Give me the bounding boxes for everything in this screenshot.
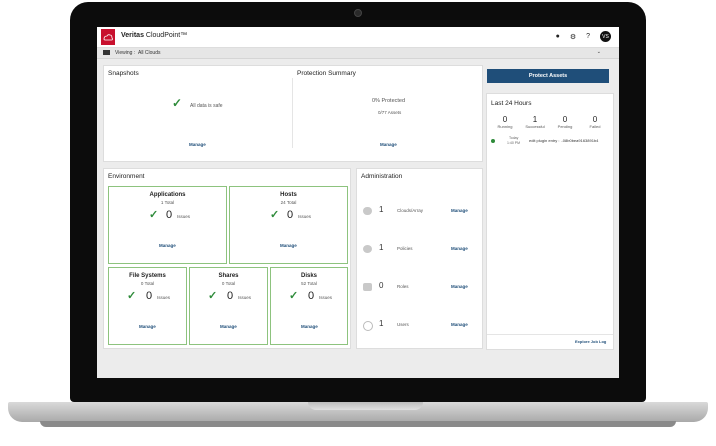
admin-row-clouds: 1 Clouds/Array Manage — [361, 205, 477, 219]
shares-tile[interactable]: Shares 0 Total ✓ 0 Issues Manage — [189, 267, 268, 345]
admin-count: 1 — [379, 205, 384, 214]
protection-manage-link[interactable]: Manage — [380, 142, 397, 147]
shares-manage-link[interactable]: Manage — [220, 324, 237, 329]
administration-title: Administration — [361, 173, 403, 180]
filesystems-total: 0 Total — [140, 281, 155, 286]
users-manage-link[interactable]: Manage — [451, 322, 468, 327]
pending-stat: 0 Pending — [557, 115, 573, 129]
bell-icon[interactable]: ● — [556, 33, 560, 40]
issues-label: Issues — [177, 214, 191, 219]
snapshots-card: Snapshots ✓ All data is safe Manage Prot… — [103, 65, 483, 162]
briefcase-icon — [363, 283, 372, 291]
admin-count: 1 — [379, 243, 384, 252]
shares-issues-count: 0 — [227, 290, 234, 302]
check-icon: ✓ — [127, 290, 137, 302]
roles-manage-link[interactable]: Manage — [451, 284, 468, 289]
card-footer-divider — [487, 334, 613, 335]
applications-manage-link[interactable]: Manage — [159, 243, 176, 248]
check-icon: ✓ — [208, 290, 218, 302]
admin-row-users: 1 Users Manage — [361, 319, 477, 333]
filesystems-tile[interactable]: File Systems 0 Total ✓ 0 Issues Manage — [108, 267, 187, 345]
admin-count: 0 — [379, 281, 384, 290]
cloud-icon — [101, 29, 115, 45]
snapshots-status: All data is safe — [190, 103, 223, 109]
applications-title: Applications — [149, 192, 186, 198]
cloud-icon — [363, 207, 372, 215]
admin-count: 1 — [379, 319, 384, 328]
viewing-bar: Viewing : All Clouds ⌄ — [97, 48, 619, 59]
protection-summary-title: Protection Summary — [297, 70, 356, 77]
laptop-base — [8, 402, 708, 422]
hosts-manage-link[interactable]: Manage — [280, 243, 297, 248]
chevron-down-icon[interactable]: ⌄ — [597, 49, 601, 55]
applications-total: 1 Total — [160, 200, 175, 205]
last-24-hours-card: Last 24 Hours 0 Running 1 Successful 0 Pend… — [486, 93, 614, 350]
shares-title: Shares — [218, 273, 239, 279]
user-icon — [363, 321, 373, 331]
hosts-issues-count: 0 — [287, 209, 294, 221]
admin-label: Policies — [397, 246, 413, 251]
avatar[interactable]: VS — [600, 31, 611, 42]
viewing-selector[interactable]: Viewing : All Clouds — [115, 50, 161, 56]
admin-label: Users — [397, 322, 409, 327]
gear-icon[interactable]: ⚙ — [570, 33, 576, 41]
divider — [292, 78, 293, 148]
snapshots-manage-link[interactable]: Manage — [189, 142, 206, 147]
last-24-hours-title: Last 24 Hours — [491, 100, 532, 107]
hosts-tile[interactable]: Hosts 24 Total ✓ 0 Issues Manage — [229, 186, 348, 264]
protect-assets-button[interactable]: Protect Assets — [487, 69, 609, 83]
running-stat: 0 Running — [497, 115, 513, 129]
disks-issues-count: 0 — [308, 290, 315, 302]
job-text: edit plugin entry : ..08b0bea9163891b4 — [529, 138, 599, 143]
protection-assets: 0/77 Assets — [378, 110, 402, 115]
snapshots-title: Snapshots — [108, 70, 139, 77]
policy-icon — [363, 245, 372, 253]
top-bar: Veritas CloudPoint™ ● ⚙ ? VS — [97, 27, 619, 48]
environment-card: Environment Applications 1 Total ✓ 0 Iss… — [103, 168, 351, 349]
screen: Veritas CloudPoint™ ● ⚙ ? VS Viewing : A… — [97, 27, 619, 378]
laptop-notch — [308, 402, 423, 410]
disks-manage-link[interactable]: Manage — [301, 324, 318, 329]
explore-job-log-link[interactable]: Explore Job Log — [575, 339, 606, 344]
shares-total: 0 Total — [221, 281, 236, 286]
disks-tile[interactable]: Disks 52 Total ✓ 0 Issues Manage — [270, 267, 348, 345]
successful-stat: 1 Successful — [525, 115, 545, 129]
filesystems-manage-link[interactable]: Manage — [139, 324, 156, 329]
check-icon: ✓ — [172, 96, 183, 110]
monitor-icon — [103, 50, 110, 55]
applications-issues-count: 0 — [166, 209, 173, 221]
policies-manage-link[interactable]: Manage — [451, 246, 468, 251]
protection-percent: 0% Protected — [372, 98, 406, 104]
check-icon: ✓ — [149, 209, 159, 221]
admin-row-policies: 1 Policies Manage — [361, 243, 477, 257]
issues-label: Issues — [319, 295, 333, 300]
hosts-total: 24 Total — [280, 200, 297, 205]
issues-label: Issues — [298, 214, 312, 219]
administration-card: Administration 1 Clouds/Array Manage 1 P… — [356, 168, 483, 349]
issues-label: Issues — [157, 295, 171, 300]
job-time: 1:40 PM — [507, 141, 521, 145]
camera — [354, 9, 362, 17]
admin-label: Roles — [397, 284, 409, 289]
check-icon: ✓ — [289, 290, 299, 302]
failed-stat: 0 Failed — [589, 115, 601, 129]
filesystems-issues-count: 0 — [146, 290, 153, 302]
clouds-manage-link[interactable]: Manage — [451, 208, 468, 213]
issues-label: Issues — [238, 295, 252, 300]
filesystems-title: File Systems — [129, 273, 166, 279]
disks-total: 52 Total — [301, 281, 317, 286]
help-icon[interactable]: ? — [586, 33, 590, 40]
app-title: Veritas CloudPoint™ — [121, 32, 188, 39]
job-day: Today — [509, 136, 519, 140]
laptop-foot — [40, 421, 676, 427]
check-icon: ✓ — [270, 209, 280, 221]
admin-label: Clouds/Array — [397, 208, 424, 213]
success-icon — [491, 139, 495, 143]
disks-title: Disks — [300, 273, 317, 279]
admin-row-roles: 0 Roles Manage — [361, 281, 477, 295]
environment-title: Environment — [108, 173, 145, 180]
job-entry[interactable]: Today 1:40 PM edit plugin entry : ..08b0… — [491, 136, 609, 150]
applications-tile[interactable]: Applications 1 Total ✓ 0 Issues Manage — [108, 186, 227, 264]
hosts-title: Hosts — [280, 192, 297, 198]
